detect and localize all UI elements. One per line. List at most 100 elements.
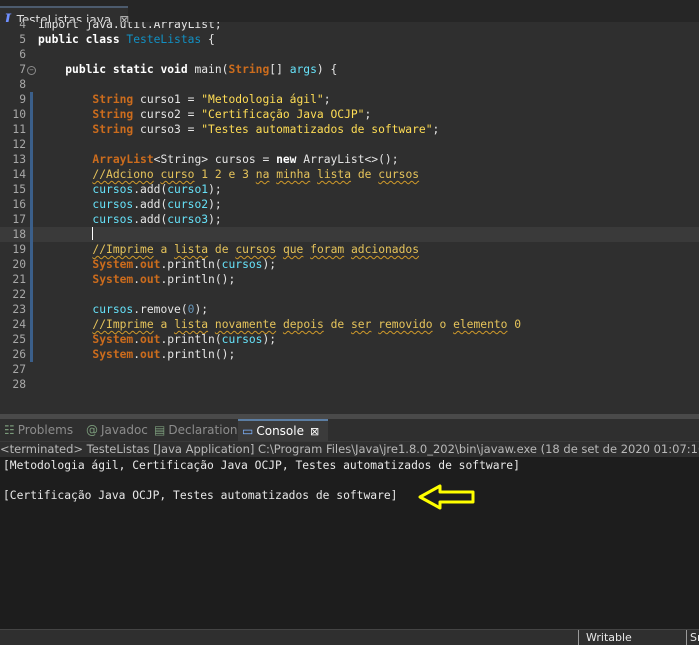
console-output-line: [Metodologia ágil, Certificação Java OCJ… — [3, 459, 520, 472]
code-text: public class TesteListas { — [38, 33, 215, 46]
code-line[interactable]: 20 System.out.println(cursos); — [0, 257, 699, 272]
code-text: System.out.println(cursos); — [92, 333, 277, 346]
at-icon: @ — [86, 423, 98, 437]
code-text: //Imprime a lista novamente depois de se… — [92, 318, 522, 331]
scope-marker — [30, 197, 33, 212]
fold-toggle-icon[interactable]: − — [27, 66, 36, 75]
code-text: ArrayList<String> cursos = new ArrayList… — [92, 153, 399, 166]
scope-marker — [30, 272, 33, 287]
line-number: 7 — [19, 63, 26, 76]
line-number: 25 — [12, 333, 26, 346]
code-line[interactable]: 7− public static void main(String[] args… — [0, 62, 699, 77]
code-line[interactable]: 21 System.out.println(); — [0, 272, 699, 287]
arrow-annotation-icon — [418, 484, 475, 510]
code-text: String curso2 = "Certificação Java OCJP"… — [92, 108, 372, 121]
line-number: 27 — [12, 363, 26, 376]
code-line[interactable]: 14 //Adciono curso 1 2 e 3 na minha list… — [0, 167, 699, 182]
code-line[interactable]: 4 import java.util.ArrayList; — [0, 22, 699, 32]
scope-marker — [30, 287, 33, 302]
scope-marker — [30, 167, 33, 182]
console-process-status: <terminated> TesteListas [Java Applicati… — [0, 442, 699, 456]
code-line[interactable]: 18 — [0, 227, 699, 242]
code-text: System.out.println(); — [92, 273, 236, 286]
insert-mode-status: Sm — [690, 631, 699, 644]
scope-marker — [30, 137, 33, 152]
line-number: 12 — [12, 138, 26, 151]
line-number: 8 — [19, 78, 26, 91]
code-text: import java.util.ArrayList; — [38, 22, 222, 31]
line-number: 18 — [12, 228, 26, 241]
console-output-line: [Certificação Java OCJP, Testes automati… — [3, 489, 398, 502]
code-line[interactable]: 28 — [0, 377, 699, 392]
scope-marker — [30, 122, 33, 137]
writable-status: Writable — [586, 631, 632, 644]
code-line[interactable]: 6 — [0, 47, 699, 62]
tab-javadoc[interactable]: @ Javadoc — [82, 419, 148, 441]
code-line[interactable]: 16 cursos.add(curso2); — [0, 197, 699, 212]
code-line[interactable]: 13 ArrayList<String> cursos = new ArrayL… — [0, 152, 699, 167]
code-line[interactable]: 23 cursos.remove(0); — [0, 302, 699, 317]
code-text: String curso3 = "Testes automatizados de… — [92, 123, 440, 136]
code-line[interactable]: 24 //Imprime a lista novamente depois de… — [0, 317, 699, 332]
code-text: //Adciono curso 1 2 e 3 na minha lista d… — [92, 168, 420, 181]
view-tab-label: Declaration — [168, 423, 238, 437]
view-tab-label: Console — [256, 424, 304, 438]
code-line[interactable]: 17 cursos.add(curso3); — [0, 212, 699, 227]
scope-marker — [30, 347, 33, 362]
scope-marker — [30, 182, 33, 197]
tab-problems[interactable]: ☷ Problems — [0, 419, 78, 441]
scope-marker — [30, 92, 33, 107]
code-editor[interactable]: 4 import java.util.ArrayList; 5 public clas… — [0, 22, 699, 414]
line-number: 9 — [19, 93, 26, 106]
code-line[interactable]: 26 System.out.println(); — [0, 347, 699, 362]
scope-marker — [30, 227, 33, 242]
code-text: cursos.add(curso3); — [92, 213, 222, 226]
line-number: 24 — [12, 318, 26, 331]
code-line[interactable]: 11 String curso3 = "Testes automatizados… — [0, 122, 699, 137]
view-tab-label: Javadoc — [101, 423, 148, 437]
code-text: String curso1 = "Metodologia ágil"; — [92, 93, 331, 106]
console-output[interactable]: [Metodologia ágil, Certificação Java OCJ… — [0, 457, 699, 629]
line-number: 14 — [12, 168, 26, 181]
code-line[interactable]: 8 — [0, 77, 699, 92]
code-text: public static void main(String[] args) { — [65, 63, 338, 76]
status-bar: Writable Sm — [0, 629, 699, 645]
code-text: //Imprime a lista de cursos que foram ad… — [92, 243, 420, 256]
line-number: 26 — [12, 348, 26, 361]
code-line[interactable]: 5 public class TesteListas { — [0, 32, 699, 47]
scope-marker — [30, 317, 33, 332]
status-separator — [578, 630, 579, 645]
line-number: 15 — [12, 183, 26, 196]
line-number: 4 — [19, 22, 26, 31]
scope-marker — [30, 302, 33, 317]
code-line[interactable]: 22 — [0, 287, 699, 302]
line-number: 20 — [12, 258, 26, 271]
line-number: 10 — [12, 108, 26, 121]
scope-marker — [30, 257, 33, 272]
status-separator — [686, 630, 687, 645]
problems-icon: ☷ — [4, 423, 15, 437]
declaration-icon: ▤ — [154, 423, 166, 437]
code-line[interactable]: 19 //Imprime a lista de cursos que foram… — [0, 242, 699, 257]
code-line[interactable]: 25 System.out.println(cursos); — [0, 332, 699, 347]
line-number: 5 — [19, 33, 26, 46]
code-line[interactable]: 12 — [0, 137, 699, 152]
code-text: cursos.remove(0); — [92, 303, 209, 316]
view-tab-label: Problems — [17, 423, 74, 437]
scope-marker — [30, 212, 33, 227]
scope-marker — [30, 152, 33, 167]
code-line[interactable]: 15 cursos.add(curso1); — [0, 182, 699, 197]
code-text: System.out.println(cursos); — [92, 258, 277, 271]
tab-declaration[interactable]: ▤ Declaration — [150, 419, 238, 441]
code-text — [38, 227, 94, 242]
code-line[interactable]: 27 — [0, 362, 699, 377]
views-tab-bar: ☷ Problems @ Javadoc ▤ Declaration ▭ Console ⊠ — [0, 419, 699, 442]
code-line[interactable]: 9 String curso1 = "Metodologia ágil"; — [0, 92, 699, 107]
code-text: cursos.add(curso1); — [92, 183, 222, 196]
scope-marker — [30, 242, 33, 257]
line-number: 22 — [12, 288, 26, 301]
code-line[interactable]: 10 String curso2 = "Certificação Java OC… — [0, 107, 699, 122]
tab-console[interactable]: ▭ Console ⊠ — [238, 419, 328, 441]
scope-marker — [30, 107, 33, 122]
close-icon[interactable]: ⊠ — [310, 425, 319, 438]
